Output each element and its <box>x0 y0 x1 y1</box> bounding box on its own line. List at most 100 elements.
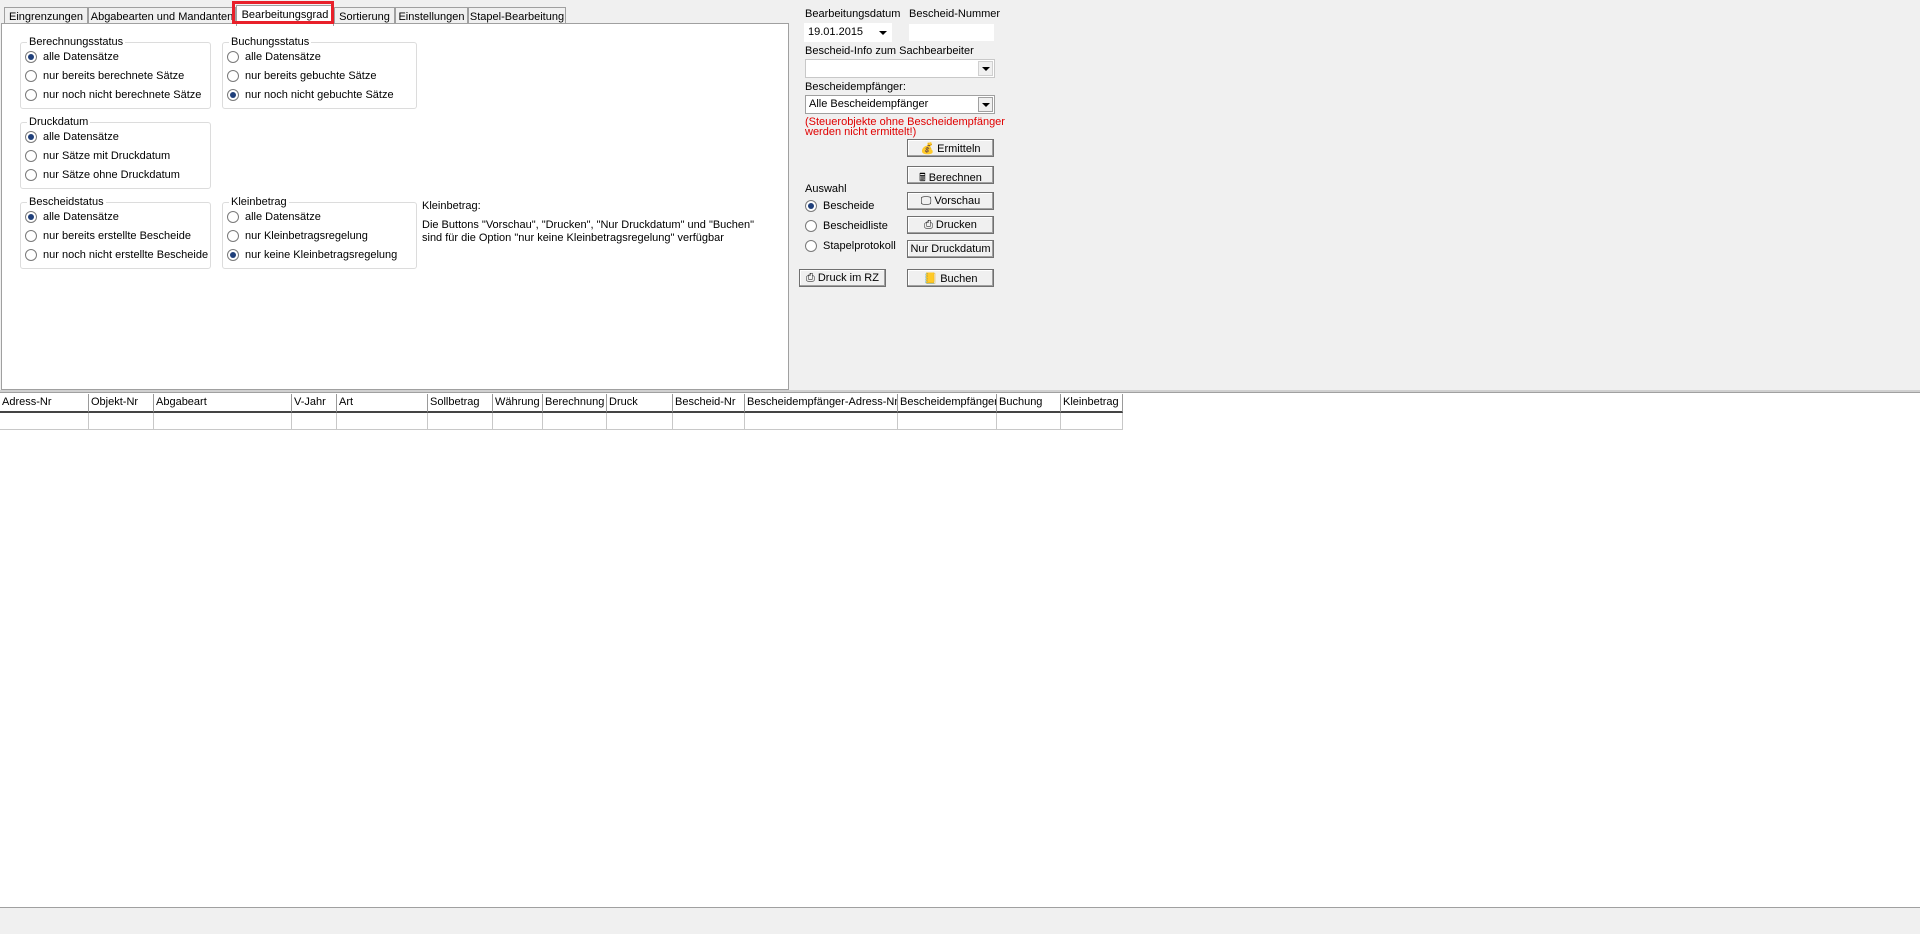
column-header-druck[interactable]: Druck <box>607 394 673 413</box>
kleinbetrag-note-title: Kleinbetrag: <box>422 200 481 212</box>
radio-button[interactable] <box>25 169 37 181</box>
radio-button[interactable] <box>25 249 37 261</box>
grid-cell[interactable] <box>898 413 997 430</box>
chevron-down-icon[interactable] <box>978 97 993 112</box>
radio-label: nur bereits erstellte Bescheide <box>43 230 191 242</box>
buchen-button[interactable]: 📒 Buchen <box>907 269 994 287</box>
druck-im-rz-button[interactable]: ⎙ Druck im RZ <box>799 269 886 287</box>
column-header-buchung[interactable]: Buchung <box>997 394 1061 413</box>
grid-cell[interactable] <box>154 413 292 430</box>
status-bar <box>0 908 1920 934</box>
grid-cell[interactable] <box>89 413 154 430</box>
grid-cell[interactable] <box>0 413 89 430</box>
column-header-abgabeart[interactable]: Abgabeart <box>154 394 292 413</box>
radio-label: Stapelprotokoll <box>823 240 896 252</box>
monitor-icon: 🖵 <box>920 195 932 207</box>
tab-label: Abgabearten und Mandanten <box>90 11 234 23</box>
group-title: Berechnungsstatus <box>27 36 126 48</box>
column-header-sollbetrag[interactable]: Sollbetrag <box>428 394 493 413</box>
radio-label: alle Datensätze <box>43 51 119 63</box>
column-header-v-jahr[interactable]: V-Jahr <box>292 394 337 413</box>
berechnen-button[interactable]: 🖩 Berechnen <box>907 166 994 184</box>
bearbeitungsdatum-picker[interactable]: 19.01.2015 <box>804 23 892 42</box>
bescheid-nummer-field[interactable] <box>908 23 995 42</box>
column-header-bescheidempfaenger[interactable]: Bescheidempfänger <box>898 394 997 413</box>
radio-button[interactable] <box>25 51 37 63</box>
grid-cell[interactable] <box>997 413 1061 430</box>
bescheidempfaenger-label: Bescheidempfänger: <box>805 81 906 93</box>
column-header-objekt-nr[interactable]: Objekt-Nr <box>89 394 154 413</box>
grid-cell[interactable] <box>493 413 543 430</box>
radio-button[interactable] <box>25 150 37 162</box>
tab-label: Sortierung <box>339 11 390 23</box>
radio-label: alle Datensätze <box>43 131 119 143</box>
grid-cell[interactable] <box>673 413 745 430</box>
grid-cell[interactable] <box>428 413 493 430</box>
column-header-waehrung[interactable]: Währung <box>493 394 543 413</box>
bescheidempfaenger-value: Alle Bescheidempfänger <box>809 98 929 110</box>
book-icon: 📒 <box>923 273 938 285</box>
group-title: Druckdatum <box>27 116 91 128</box>
grid-cell[interactable] <box>292 413 337 430</box>
buchen-label: Buchen <box>940 273 978 285</box>
tab-label: Bearbeitungsgrad <box>241 9 329 21</box>
auswahl-title: Auswahl <box>805 183 847 195</box>
nur-druckdatum-label: Nur Druckdatum <box>910 243 991 255</box>
radio-label: nur Sätze ohne Druckdatum <box>43 169 180 181</box>
printer-icon: ⎙ <box>924 219 933 231</box>
drucken-label: Drucken <box>935 219 977 231</box>
radio-button[interactable] <box>25 131 37 143</box>
radio-label: Bescheidliste <box>823 220 888 232</box>
radio-button[interactable] <box>227 249 239 261</box>
tab-label: Stapel-Bearbeitung <box>469 11 565 23</box>
radio-button[interactable] <box>805 200 817 212</box>
bearbeitungsdatum-label: Bearbeitungsdatum <box>805 8 901 20</box>
bescheid-info-label: Bescheid-Info zum Sachbearbeiter <box>805 45 974 57</box>
grid-cell[interactable] <box>745 413 898 430</box>
grid-cell[interactable] <box>1061 413 1123 430</box>
radio-button[interactable] <box>805 220 817 232</box>
grid-cell[interactable] <box>543 413 607 430</box>
radio-label: alle Datensätze <box>43 211 119 223</box>
grid-cell[interactable] <box>337 413 428 430</box>
radio-label: nur noch nicht berechnete Sätze <box>43 89 202 101</box>
radio-label: nur bereits gebuchte Sätze <box>245 70 377 82</box>
druck-im-rz-label: Druck im RZ <box>817 272 879 284</box>
group-title: Bescheidstatus <box>27 196 106 208</box>
column-header-adress-nr[interactable]: Adress-Nr <box>0 394 89 413</box>
radio-label: alle Datensätze <box>245 51 321 63</box>
tab-bearbeitungsgrad[interactable]: Bearbeitungsgrad <box>236 5 334 26</box>
group-berechnungsstatus: Berechnungsstatus alle Datensätze nur be… <box>20 36 211 109</box>
radio-button[interactable] <box>25 230 37 242</box>
column-header-berechnung[interactable]: Berechnung <box>543 394 607 413</box>
grid-cell[interactable] <box>607 413 673 430</box>
group-title: Kleinbetrag <box>229 196 289 208</box>
chevron-down-icon[interactable] <box>879 31 887 35</box>
nur-druckdatum-button[interactable]: Nur Druckdatum <box>907 240 994 258</box>
radio-button[interactable] <box>227 211 239 223</box>
radio-button[interactable] <box>25 89 37 101</box>
radio-button[interactable] <box>227 230 239 242</box>
column-header-kleinbetrag[interactable]: Kleinbetrag <box>1061 394 1123 413</box>
chevron-down-icon[interactable] <box>978 61 993 76</box>
vorschau-button[interactable]: 🖵 Vorschau <box>907 192 994 210</box>
column-header-art[interactable]: Art <box>337 394 428 413</box>
radio-button[interactable] <box>227 70 239 82</box>
kleinbetrag-note-line1: Die Buttons "Vorschau", "Drucken", "Nur … <box>422 219 755 231</box>
bescheidempfaenger-select[interactable]: Alle Bescheidempfänger <box>805 95 995 114</box>
column-header-bescheidempfaenger-adress-nr[interactable]: Bescheidempfänger-Adress-Nr. <box>745 394 898 413</box>
drucken-button[interactable]: ⎙ Drucken <box>907 216 994 234</box>
tab-label: Eingrenzungen <box>8 11 83 23</box>
kleinbetrag-note-line2: sind für die Option "nur keine Kleinbetr… <box>422 232 724 244</box>
bescheid-info-select[interactable] <box>805 59 995 78</box>
ermitteln-button[interactable]: 💰 Ermitteln <box>907 139 994 157</box>
radio-button[interactable] <box>25 211 37 223</box>
radio-label: alle Datensätze <box>245 211 321 223</box>
radio-button[interactable] <box>25 70 37 82</box>
column-header-bescheid-nr[interactable]: Bescheid-Nr <box>673 394 745 413</box>
radio-button[interactable] <box>227 89 239 101</box>
vorschau-label: Vorschau <box>934 195 981 207</box>
radio-button[interactable] <box>805 240 817 252</box>
tab-panel-bearbeitungsgrad: Berechnungsstatus alle Datensätze nur be… <box>1 23 789 390</box>
radio-button[interactable] <box>227 51 239 63</box>
